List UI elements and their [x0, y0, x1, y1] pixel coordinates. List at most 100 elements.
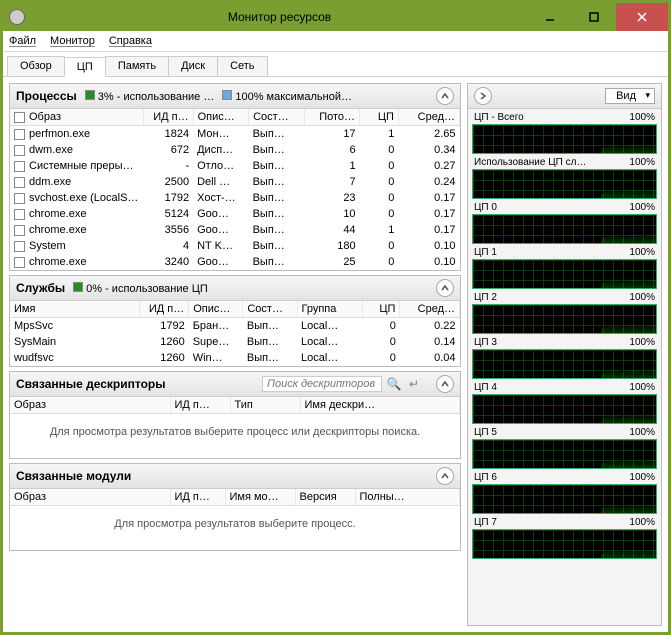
cell: 1260 [140, 350, 189, 366]
collapse-button[interactable] [436, 467, 454, 485]
row-checkbox[interactable] [14, 225, 25, 236]
cell: System [10, 238, 143, 254]
cell: 0.04 [400, 350, 460, 366]
cell: Вып… [249, 158, 304, 174]
column-header[interactable]: Образ [10, 397, 170, 414]
row-checkbox[interactable] [14, 193, 25, 204]
collapse-right-button[interactable] [474, 87, 492, 105]
column-header[interactable]: ЦП [360, 109, 399, 126]
cell: Бран… [189, 318, 243, 335]
column-header[interactable]: Полны… [355, 489, 460, 506]
table-row[interactable]: chrome.exe3556Goo…Вып…4410.17 [10, 222, 460, 238]
cpu-graph [472, 259, 657, 289]
row-checkbox[interactable] [14, 145, 25, 156]
minimize-icon [545, 12, 555, 22]
column-header[interactable]: Пото… [304, 109, 359, 126]
cell: 6 [304, 142, 359, 158]
column-header[interactable]: Опис… [189, 301, 243, 318]
cpu-graph [472, 214, 657, 244]
chevron-up-icon [440, 283, 450, 293]
menu-help[interactable]: Справка [109, 35, 152, 47]
table-row[interactable]: dwm.exe672Дисп…Вып…600.34 [10, 142, 460, 158]
collapse-button[interactable] [436, 87, 454, 105]
column-header[interactable]: ИД п… [170, 397, 230, 414]
cell: Вып… [249, 222, 304, 238]
table-row[interactable]: svchost.exe (LocalS…1792Хост-…Вып…2300.1… [10, 190, 460, 206]
cell: 0.17 [398, 206, 459, 222]
column-header[interactable]: ИД п… [170, 489, 225, 506]
collapse-button[interactable] [436, 279, 454, 297]
table-row[interactable]: wudfsvc1260Win…Вып…Local…00.04 [10, 350, 460, 366]
cell: chrome.exe [10, 222, 143, 238]
table-row[interactable]: System4NT K…Вып…18000.10 [10, 238, 460, 254]
menu-file[interactable]: Файл [9, 35, 36, 47]
handles-header[interactable]: Связанные дескрипторы 🔍 ↵ [10, 372, 460, 397]
row-checkbox[interactable] [14, 209, 25, 220]
graph-label: ЦП 2 [474, 292, 497, 303]
close-button[interactable] [616, 3, 668, 31]
cell: 0 [360, 254, 399, 270]
row-checkbox[interactable] [14, 177, 25, 188]
handle-search-input[interactable] [262, 376, 382, 392]
row-checkbox[interactable] [14, 241, 25, 252]
cpu-graph [472, 394, 657, 424]
search-clear-icon[interactable]: ↵ [406, 376, 422, 392]
view-dropdown[interactable]: Вид [605, 88, 655, 104]
cpu-graph [472, 529, 657, 559]
minimize-button[interactable] [528, 3, 572, 31]
search-icon[interactable]: 🔍 [386, 376, 402, 392]
checkbox-all[interactable] [14, 112, 25, 123]
modules-title: Связанные модули [16, 469, 131, 483]
tab-Сеть[interactable]: Сеть [217, 56, 267, 76]
column-header[interactable]: ЦП [362, 301, 400, 318]
column-header[interactable]: Тип [230, 397, 300, 414]
column-header[interactable]: Сост… [249, 109, 304, 126]
row-checkbox[interactable] [14, 129, 25, 140]
menu-monitor[interactable]: Монитор [50, 35, 95, 47]
cell: 180 [304, 238, 359, 254]
chevron-up-icon [440, 91, 450, 101]
row-checkbox[interactable] [14, 257, 25, 268]
table-row[interactable]: ddm.exe2500Dell …Вып…700.24 [10, 174, 460, 190]
column-header[interactable]: ИД п… [140, 301, 189, 318]
right-pane-header: Вид [468, 84, 661, 109]
table-row[interactable]: SysMain1260Supe…Вып…Local…00.14 [10, 334, 460, 350]
services-title: Службы [16, 281, 65, 295]
table-row[interactable]: chrome.exe5124Goo…Вып…1000.17 [10, 206, 460, 222]
column-header[interactable]: Сред… [398, 109, 459, 126]
cell: SysMain [10, 334, 140, 350]
processes-stat-2: 100% максимальной… [222, 90, 352, 103]
tab-Обзор[interactable]: Обзор [7, 56, 65, 76]
services-header[interactable]: Службы 0% - использование ЦП [10, 276, 460, 301]
column-header[interactable]: Имя мо… [225, 489, 295, 506]
tab-ЦП[interactable]: ЦП [64, 57, 106, 77]
table-row[interactable]: Системные преры…-Отло…Вып…100.27 [10, 158, 460, 174]
graph-block: ЦП 4100% [472, 381, 657, 424]
column-header[interactable]: Опис… [193, 109, 248, 126]
processes-header[interactable]: Процессы 3% - использование … 100% макси… [10, 84, 460, 109]
column-header[interactable]: Образ [10, 109, 143, 126]
column-header[interactable]: Образ [10, 489, 170, 506]
table-row[interactable]: chrome.exe3240Goo…Вып…2500.10 [10, 254, 460, 270]
graphs-container[interactable]: ЦП - Всего100%Использование ЦП сл…100%ЦП… [468, 109, 661, 625]
table-row[interactable]: MpsSvc1792Бран…Вып…Local…00.22 [10, 318, 460, 335]
row-checkbox[interactable] [14, 161, 25, 172]
cell: 0.10 [398, 254, 459, 270]
table-row[interactable]: perfmon.exe1824Мон…Вып…1712.65 [10, 126, 460, 143]
close-icon [636, 11, 648, 23]
cell: Dell … [193, 174, 248, 190]
handles-table: ОбразИД п…ТипИмя дескри… [10, 397, 460, 414]
column-header[interactable]: Группа [297, 301, 362, 318]
maximize-button[interactable] [572, 3, 616, 31]
tab-Память[interactable]: Память [105, 56, 169, 76]
column-header[interactable]: Имя [10, 301, 140, 318]
tab-Диск[interactable]: Диск [168, 56, 218, 76]
collapse-button[interactable] [436, 375, 454, 393]
column-header[interactable]: Имя дескри… [300, 397, 460, 414]
column-header[interactable]: Сост… [243, 301, 297, 318]
cell: 0.17 [398, 190, 459, 206]
column-header[interactable]: ИД п… [143, 109, 193, 126]
modules-header[interactable]: Связанные модули [10, 464, 460, 489]
column-header[interactable]: Сред… [400, 301, 460, 318]
column-header[interactable]: Версия [295, 489, 355, 506]
